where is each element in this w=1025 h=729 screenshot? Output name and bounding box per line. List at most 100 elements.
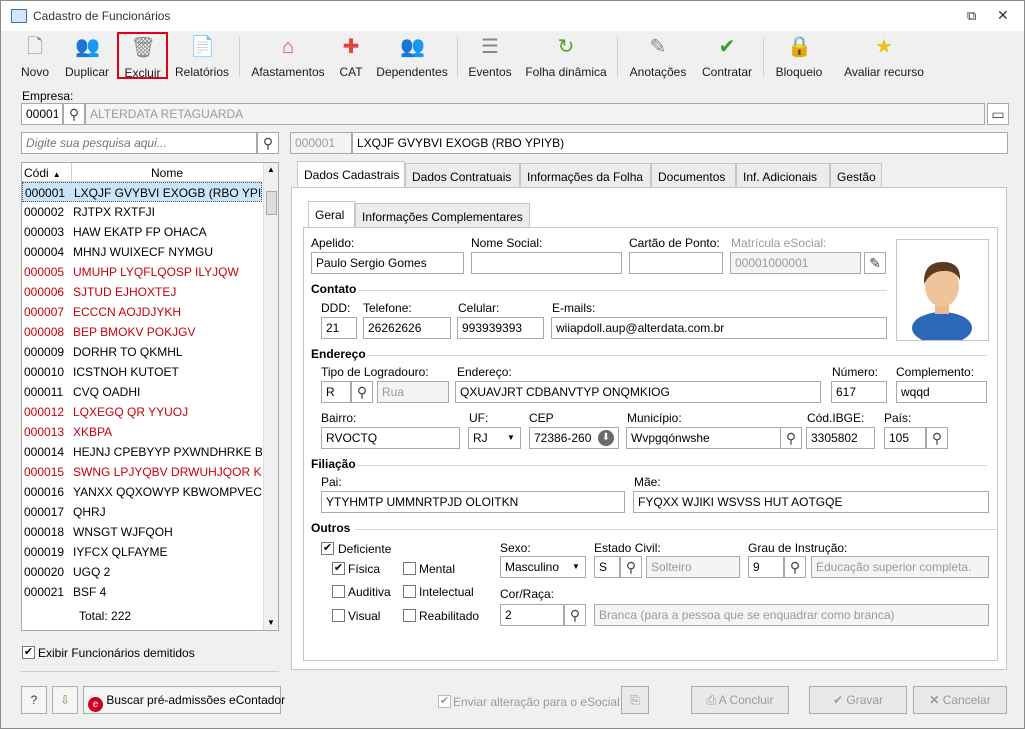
- pais-field[interactable]: [884, 427, 926, 449]
- list-item[interactable]: 000011 CVQ OADHI: [22, 382, 262, 402]
- chevron-down-icon[interactable]: ▼: [572, 562, 580, 571]
- grau-search-button[interactable]: ⚲: [784, 556, 806, 578]
- municipio-field[interactable]: [626, 427, 781, 449]
- tab-4[interactable]: Inf. Adicionais: [736, 163, 830, 188]
- scroll-down-icon[interactable]: ▼: [267, 618, 275, 627]
- column-code-header[interactable]: Códi ▲: [22, 163, 72, 182]
- empresa-search-button[interactable]: ⚲: [63, 103, 85, 125]
- help-button[interactable]: ?: [21, 686, 47, 714]
- cor-raca-search-button[interactable]: ⚲: [564, 604, 586, 626]
- buscar-pre-admissoes-button[interactable]: e Buscar pré-admissões eContador: [83, 686, 285, 714]
- scroll-up-icon[interactable]: ▲: [267, 165, 275, 174]
- tab-3[interactable]: Documentos: [651, 163, 736, 188]
- pai-field[interactable]: [321, 491, 625, 513]
- nome-social-field[interactable]: [471, 252, 622, 274]
- list-item[interactable]: 000016 YANXX QQXOWYP KBWOMPVEC A: [22, 482, 262, 502]
- import-button[interactable]: ⇩: [52, 686, 78, 714]
- chevron-down-icon[interactable]: ▼: [507, 433, 515, 442]
- list-item[interactable]: 000009 DORHR TO QKMHL: [22, 342, 262, 362]
- mae-field[interactable]: [633, 491, 989, 513]
- list-item[interactable]: 000020 UGQ 2: [22, 562, 262, 582]
- tab-5[interactable]: Gestão: [830, 163, 882, 188]
- telefone-field[interactable]: [363, 317, 451, 339]
- current-employee-name[interactable]: [352, 132, 1008, 154]
- reabilitado-checkbox[interactable]: [403, 609, 416, 622]
- excluir-button[interactable]: 🗑 Excluir: [117, 32, 168, 80]
- empresa-window-button[interactable]: ▭: [987, 103, 1009, 125]
- list-item[interactable]: 000006 SJTUD EJHOXTEJ: [22, 282, 262, 302]
- list-item[interactable]: 000013 XKBPA: [22, 422, 262, 442]
- complemento-field[interactable]: [896, 381, 987, 403]
- grau-instrucao-field[interactable]: [748, 556, 784, 578]
- tab-1[interactable]: Dados Contratuais: [405, 163, 520, 188]
- celular-field[interactable]: [457, 317, 544, 339]
- duplicar-button[interactable]: 👥 Duplicar: [61, 33, 113, 79]
- dependentes-button[interactable]: 👥 Dependentes: [375, 33, 449, 79]
- restore-icon[interactable]: ⧉: [967, 9, 981, 23]
- scroll-thumb[interactable]: [266, 191, 277, 215]
- list-item[interactable]: 000019 IYFCX QLFAYME: [22, 542, 262, 562]
- employee-search-input[interactable]: [21, 132, 257, 154]
- list-item[interactable]: 000014 HEJNJ CPEBYYP PXWNDHRKE BTB J: [22, 442, 262, 462]
- afastamentos-button[interactable]: ⌂ Afastamentos: [249, 33, 327, 79]
- numero-field[interactable]: [831, 381, 887, 403]
- novo-button[interactable]: 🗋 Novo: [15, 33, 55, 79]
- deficiente-checkbox[interactable]: ✔: [321, 542, 334, 555]
- intelectual-checkbox[interactable]: [403, 585, 416, 598]
- emails-field[interactable]: [551, 317, 887, 339]
- bairro-field[interactable]: [321, 427, 460, 449]
- estado-civil-field[interactable]: [594, 556, 620, 578]
- apelido-field[interactable]: [311, 252, 464, 274]
- list-item[interactable]: 000015 SWNG LPJYQBV DRWUHJQOR KQI Y: [22, 462, 262, 482]
- folha-dinamica-button[interactable]: ↻ Folha dinâmica: [523, 33, 609, 79]
- column-name-header[interactable]: Nome: [72, 163, 262, 182]
- employee-photo[interactable]: [896, 239, 989, 344]
- matricula-edit-button[interactable]: ✎: [864, 252, 886, 274]
- tipo-logradouro-field[interactable]: [321, 381, 351, 403]
- estado-civil-search-button[interactable]: ⚲: [620, 556, 642, 578]
- tab-2[interactable]: Informações da Folha: [520, 163, 651, 188]
- tipo-search-button[interactable]: ⚲: [351, 381, 373, 403]
- visual-checkbox[interactable]: [332, 609, 345, 622]
- empresa-code-field[interactable]: [21, 103, 63, 125]
- cartao-field[interactable]: [629, 252, 723, 274]
- list-item[interactable]: 000001 LXQJF GVYBVI EXOGB (RBO YPIYB): [22, 182, 262, 202]
- list-item[interactable]: 000017 QHRJ: [22, 502, 262, 522]
- list-item[interactable]: 000010 ICSTNOH KUTOET: [22, 362, 262, 382]
- ddd-field[interactable]: [321, 317, 357, 339]
- mental-checkbox[interactable]: [403, 562, 416, 575]
- list-item[interactable]: 000003 HAW EKATP FP OHACA: [22, 222, 262, 242]
- subtab-0[interactable]: Geral: [308, 201, 355, 228]
- avaliar-recurso-button[interactable]: ★ Avaliar recurso: [843, 33, 925, 79]
- bloqueio-button[interactable]: 🔒 Bloqueio: [773, 33, 825, 79]
- list-item[interactable]: 000008 BEP BMOKV POKJGV: [22, 322, 262, 342]
- anotacoes-button[interactable]: ✎ Anotações: [627, 33, 689, 79]
- contratar-button[interactable]: ✔ Contratar: [699, 33, 755, 79]
- subtab-1[interactable]: Informações Complementares: [355, 203, 530, 228]
- close-icon[interactable]: ✕: [997, 7, 1011, 23]
- list-item[interactable]: 000004 MHNJ WUIXECF NYMGU: [22, 242, 262, 262]
- list-item-code: 000021: [24, 585, 65, 599]
- cat-button[interactable]: ✚ CAT: [335, 33, 367, 79]
- list-item[interactable]: 000021 BSF 4: [22, 582, 262, 602]
- list-item[interactable]: 000005 UMUHP LYQFLQOSP ILYJQW: [22, 262, 262, 282]
- list-item[interactable]: 000002 RJTPX RXTFJI: [22, 202, 262, 222]
- endereco-field[interactable]: [455, 381, 821, 403]
- cep-lookup-icon[interactable]: ⬇: [598, 430, 614, 446]
- auditiva-checkbox[interactable]: [332, 585, 345, 598]
- exibir-demitidos-checkbox[interactable]: ✔: [22, 646, 35, 659]
- ibge-field[interactable]: [806, 427, 875, 449]
- search-icon: ⚲: [356, 384, 368, 400]
- list-scrollbar[interactable]: ▲ ▼: [263, 163, 278, 630]
- relatorios-button[interactable]: 📄 Relatórios: [173, 33, 231, 79]
- tab-0[interactable]: Dados Cadastrais: [297, 161, 405, 188]
- employee-search-button[interactable]: ⚲: [257, 132, 279, 154]
- cor-raca-field[interactable]: [500, 604, 564, 626]
- fisica-checkbox[interactable]: ✔: [332, 562, 345, 575]
- list-item[interactable]: 000012 LQXEGQ QR YYUOJ: [22, 402, 262, 422]
- list-item[interactable]: 000018 WNSGT WJFQOH: [22, 522, 262, 542]
- pais-search-button[interactable]: ⚲: [926, 427, 948, 449]
- list-item[interactable]: 000007 ECCCN AOJDJYKH: [22, 302, 262, 322]
- municipio-search-button[interactable]: ⚲: [780, 427, 802, 449]
- eventos-button[interactable]: ☰ Eventos: [467, 33, 513, 79]
